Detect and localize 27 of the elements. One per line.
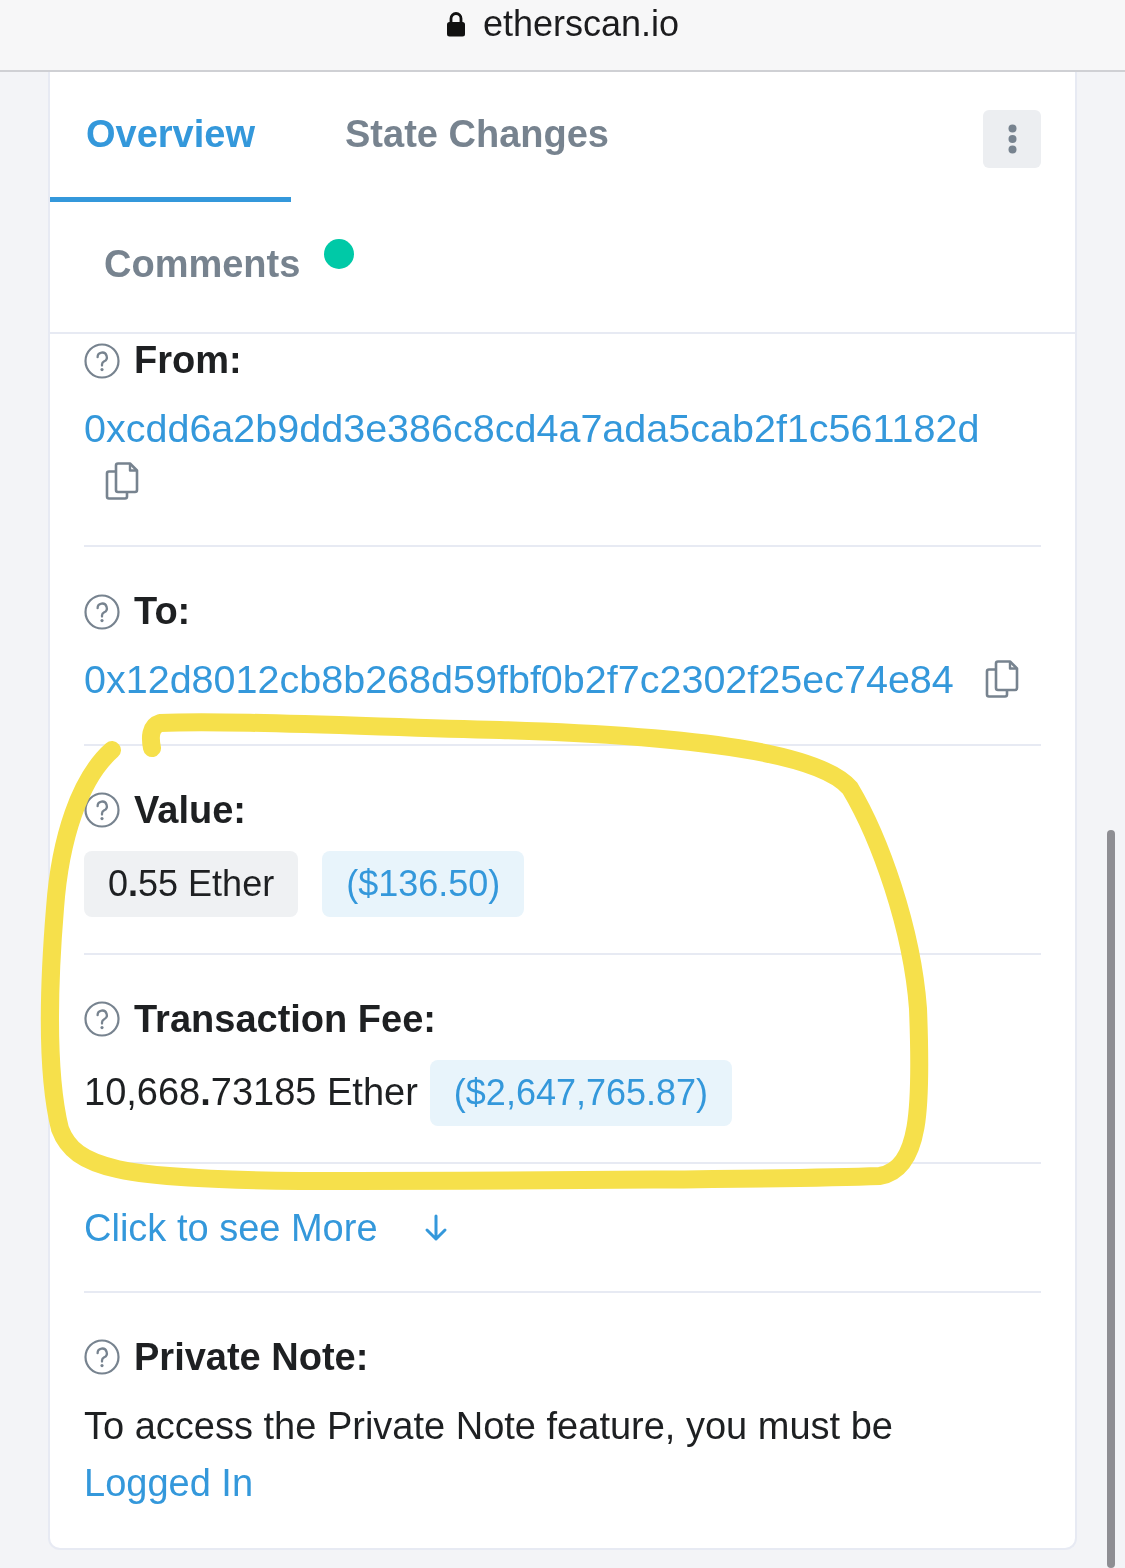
see-more-link[interactable]: Click to see More: [84, 1201, 448, 1255]
ether-amount: 0.55 Ether: [84, 850, 299, 917]
login-link[interactable]: Logged In: [84, 1461, 254, 1504]
tab[interactable]: State Changes: [309, 72, 645, 202]
copy-icon[interactable]: [984, 659, 1021, 700]
tab[interactable]: Overview: [50, 72, 291, 202]
help-icon: [84, 1339, 120, 1376]
field-label: Private Note:: [134, 1334, 369, 1380]
private-note-message: To access the Private Note feature, you must be Logged In: [84, 1403, 894, 1506]
field-label: From:: [134, 338, 242, 383]
usd-amount: ($2,647,765.87): [429, 1059, 733, 1126]
help-icon: [84, 792, 120, 829]
ether-amount: 10,668.73185 Ether: [84, 1070, 418, 1116]
url-text[interactable]: etherscan.io: [482, 4, 680, 44]
help-icon: [84, 1001, 120, 1038]
field-label: Transaction Fee:: [134, 996, 436, 1042]
usd-amount: ($136.50): [322, 850, 525, 917]
more-button[interactable]: [983, 110, 1041, 168]
tab[interactable]: Comments: [68, 202, 391, 332]
field-label: To:: [134, 589, 191, 635]
help-icon: [84, 593, 120, 630]
field-label: Value:: [134, 787, 246, 833]
copy-icon[interactable]: [104, 461, 140, 502]
help-icon: [84, 342, 120, 379]
address-link[interactable]: 0xcdd6a2b9dd3e386c8cd4a7ada5cab2f1c561182d: [84, 406, 980, 450]
address-link[interactable]: 0x12d8012cb8b268d59fbf0b2f7c2302f25ec74e84: [84, 657, 954, 702]
menu-dots-icon: [1007, 124, 1017, 154]
